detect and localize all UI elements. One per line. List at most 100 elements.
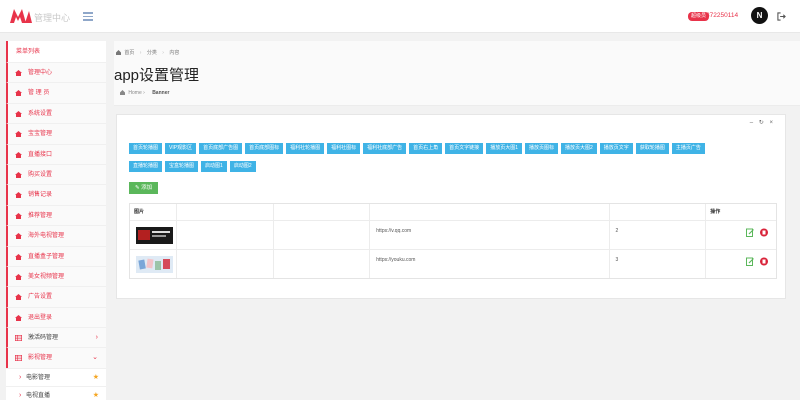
column-header: 图片 (130, 204, 177, 220)
category-button[interactable]: 播放页文字 (599, 143, 633, 154)
breadcrumb-item: 内容 (169, 50, 180, 56)
home-icon (15, 192, 22, 199)
banner-order: 3 (615, 257, 619, 263)
logo-icon[interactable] (10, 9, 32, 23)
chevron-right-icon: › (95, 334, 98, 342)
banner-link[interactable]: https://v.qq.com (376, 228, 411, 234)
add-button[interactable]: ✎ 添加 (129, 182, 159, 194)
category-button[interactable]: 首页底部广告图 (199, 143, 243, 154)
category-button[interactable]: 启动图2 (229, 161, 256, 172)
category-button[interactable]: 主播页广告 (671, 143, 705, 154)
category-button[interactable]: 宝盒轮播图 (165, 161, 199, 172)
category-button[interactable]: VIP观影区 (165, 143, 197, 154)
sub-breadcrumb-home[interactable]: Home (128, 90, 141, 96)
sidebar-item[interactable]: 美女视频管理 (6, 265, 106, 287)
table-header-row: 图片 操作 (130, 204, 776, 221)
sidebar-item-label: 系统设置 (28, 110, 53, 117)
menu-toggle-icon[interactable] (83, 12, 93, 21)
sidebar-title: 菜单列表 (6, 41, 106, 62)
sidebar-item-label: 购买设置 (28, 171, 53, 178)
sidebar-item-label: 管 理 员 (28, 90, 50, 97)
sidebar-item-label: 直播盒子管理 (28, 253, 65, 260)
home-icon (120, 90, 125, 96)
sidebar-item[interactable]: 海外电视管理 (6, 225, 106, 246)
sidebar-subitem-tv-live[interactable]: › 电视直播 ★ (6, 385, 106, 400)
home-icon (15, 294, 22, 301)
banner-thumbnail[interactable] (136, 256, 173, 273)
table-icon (15, 335, 22, 342)
home-icon (15, 171, 22, 178)
page-title: app设置管理 (114, 67, 200, 84)
category-button[interactable]: 福利社轮播图 (286, 143, 325, 154)
sidebar-item-label: 退出登录 (28, 314, 53, 321)
home-icon (15, 233, 22, 240)
home-icon (15, 151, 22, 158)
banner-panel: – ↻ × 首页轮播图 VIP观影区 首页底部广告图 首页底部图标 福利社轮播图 福利社图… (116, 114, 786, 299)
category-button[interactable]: 播放页大图2 (561, 143, 597, 154)
breadcrumb-separator: › (162, 50, 164, 56)
sidebar-item-label: 海外电视管理 (28, 233, 65, 240)
sidebar-item[interactable]: 管理中心 (6, 62, 106, 83)
sidebar-item[interactable]: 销售记录 (6, 184, 106, 205)
category-button[interactable]: 首页文字链接 (445, 143, 484, 154)
sidebar-item[interactable]: 推荐管理 (6, 204, 106, 226)
category-button[interactable]: 首页轮播图 (129, 143, 163, 154)
category-button[interactable]: 首页右上角 (409, 143, 443, 154)
sidebar-item-label: 销售记录 (28, 192, 53, 199)
category-buttons-row-1: 首页轮播图 VIP观影区 首页底部广告图 首页底部图标 福利社轮播图 福利社图标 福利社底部… (129, 143, 705, 154)
banner-link[interactable]: https://youku.com (376, 257, 415, 263)
category-button[interactable]: 直播轮播图 (129, 161, 163, 172)
sidebar-item[interactable]: 购买设置 (6, 163, 106, 185)
sidebar-item[interactable]: 管 理 员 (6, 82, 106, 103)
edit-icon[interactable] (746, 228, 755, 237)
breadcrumb-item[interactable]: 首页 (124, 50, 134, 56)
brand-title: 管理中心 (34, 13, 71, 23)
sidebar-item[interactable]: 系统设置 (6, 102, 106, 124)
home-icon (15, 131, 22, 138)
sidebar-item-media[interactable]: 影视管理 ⌄ (6, 347, 106, 368)
table-row: https://youku.com 3 (130, 250, 776, 278)
category-button[interactable]: 首页底部图标 (245, 143, 284, 154)
sidebar-item-label: 直播接口 (28, 151, 53, 158)
sidebar-item[interactable]: 广告设置 (6, 286, 106, 307)
category-button[interactable]: 播放页大图1 (486, 143, 522, 154)
breadcrumb-separator: › (143, 90, 145, 96)
sidebar-item-activation-codes[interactable]: 激活码管理 › (6, 327, 106, 348)
delete-icon[interactable] (760, 257, 769, 266)
sidebar-subitem-movies[interactable]: › 电影管理 ★ (6, 367, 106, 386)
sidebar-item[interactable]: 直播盒子管理 (6, 245, 106, 266)
sidebar-item-label: 广告设置 (28, 294, 53, 301)
sidebar-item-label: 推荐管理 (28, 212, 53, 219)
sidebar-item[interactable]: 退出登录 (6, 306, 106, 328)
column-header (274, 204, 371, 220)
chevron-right-icon: › (19, 391, 22, 399)
category-button[interactable]: 获取轮播图 (635, 143, 669, 154)
sidebar-item[interactable]: 直播接口 (6, 143, 106, 164)
category-button[interactable]: 播放页图标 (524, 143, 558, 154)
star-icon: ★ (92, 391, 99, 399)
column-header: 操作 (710, 209, 721, 215)
banner-order: 2 (615, 228, 619, 234)
avatar[interactable]: N (751, 7, 768, 24)
category-button[interactable]: 福利社图标 (327, 143, 361, 154)
table-row: https://v.qq.com 2 (130, 221, 776, 250)
panel-tools-icon[interactable]: – ↻ × (750, 119, 775, 126)
edit-icon[interactable] (746, 257, 755, 266)
logout-icon[interactable] (777, 12, 786, 21)
breadcrumb-item[interactable]: 分类 (147, 50, 157, 56)
category-button[interactable]: 启动图1 (201, 161, 227, 172)
content-header: 首页 › 分类 › 内容 app设置管理 Home › Banner (114, 41, 800, 106)
delete-icon[interactable] (760, 228, 769, 237)
chevron-right-icon: › (19, 373, 22, 381)
breadcrumb-separator: › (139, 50, 142, 56)
star-icon: ★ (92, 373, 99, 381)
home-icon (15, 253, 22, 260)
sidebar-item[interactable]: 宝宝管理 (6, 123, 106, 144)
chevron-down-icon: ⌄ (92, 354, 98, 362)
home-icon (15, 273, 22, 280)
banner-thumbnail[interactable] (136, 227, 173, 244)
sidebar-item-label: 激活码管理 (28, 335, 59, 342)
top-bar: 管理中心 超级员 372250114 N (0, 0, 800, 33)
category-button[interactable]: 福利社底部广告 (363, 143, 407, 154)
user-id[interactable]: 372250114 (706, 12, 738, 19)
